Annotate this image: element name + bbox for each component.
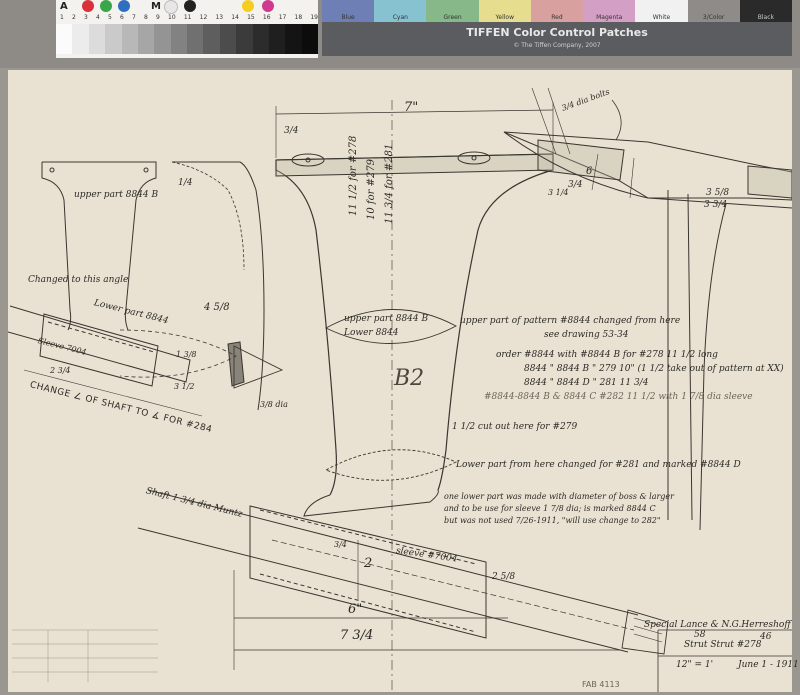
num: 1 <box>60 14 64 21</box>
lower-center-label: Lower 8844 <box>344 328 399 338</box>
white-swatch <box>164 0 178 14</box>
title-block-line-1: Special Lance & N.G.Herreshoff <box>644 620 791 630</box>
num: 2 <box>72 14 76 21</box>
note-line-3: but was not used 7/26-1911, "will use ch… <box>444 516 661 525</box>
upper-part-label-left: upper part 8844 B <box>74 190 159 200</box>
stacked-dim-1: 11 1/2 for #278 <box>348 135 359 216</box>
black-swatch <box>184 0 196 12</box>
num: 16 <box>262 14 271 21</box>
archive-stamp: FAB 4113 <box>582 680 620 689</box>
dimension-6-right: 6 <box>586 166 593 177</box>
drawing-sheet: 7" 3/4 1/4 3/4 upper part 8844 B Changed… <box>8 70 799 692</box>
num: 19 <box>310 14 318 21</box>
dimension-3-3-4: 3 3/4 <box>704 200 728 210</box>
order-header: order #8844 with #8844 B for #278 11 1/2… <box>496 350 718 360</box>
dia-label: 3/8 dia <box>260 400 288 409</box>
num: 7 <box>132 14 136 21</box>
patch-black: Black <box>757 14 774 21</box>
patch-magenta: Magenta <box>596 14 623 21</box>
blue-swatch <box>118 0 130 12</box>
lower-part-changed-note: Lower part from here changed for #281 an… <box>456 460 741 470</box>
date-label: June 1 - 1911 <box>738 660 799 670</box>
dimension-3-1-2: 3 1/2 <box>174 382 195 391</box>
num: 11 <box>183 14 192 21</box>
dimension-3-1-4: 3 1/4 <box>548 188 569 197</box>
patch-red: Red <box>551 14 563 21</box>
red-swatch <box>82 0 94 12</box>
stacked-dim-2: 10 for #279 <box>366 158 377 220</box>
patch-cyan: Cyan <box>392 14 408 21</box>
order-row-4: #8844-8844 B & 8844 C #282 11 1/2 with 1… <box>484 392 753 402</box>
num: 14 <box>231 14 239 21</box>
b2-mark: B2 <box>394 366 425 391</box>
dimension-3-5-8: 3 5/8 <box>706 188 730 198</box>
title-block-number-2: 46 <box>760 632 772 642</box>
tiffen-subtitle: © The Tiffen Company, 2007 <box>513 42 601 49</box>
patch-yellow: Yellow <box>495 14 514 21</box>
dimension-3-4-left: 3/4 <box>284 126 299 136</box>
num: 13 <box>215 14 224 21</box>
num: 10 <box>168 14 176 21</box>
dimension-1-4: 1/4 <box>178 178 193 188</box>
order-row-3: 8844 " 8844 D " 281 11 3/4 <box>524 378 649 388</box>
magenta-swatch <box>262 0 274 12</box>
dimension-6: 6" <box>348 602 363 617</box>
tiffen-patch-row: Blue Cyan Green Yellow Red Magenta White… <box>322 0 792 22</box>
scale-label: 12" = 1' <box>676 660 714 670</box>
patch-blue: Blue <box>341 14 355 21</box>
num: 18 <box>294 14 303 21</box>
num: 5 <box>108 14 112 21</box>
dimension-2-3-4: 2 3/4 <box>50 366 71 375</box>
title-block-line-2: Strut Strut #278 <box>684 640 762 650</box>
num: 12 <box>199 14 208 21</box>
tiffen-title: TIFFEN Color Control Patches <box>466 26 648 39</box>
dimension-4-5-8: 4 5/8 <box>204 302 230 313</box>
stacked-dim-3: 11 3/4 for #281 <box>384 143 395 224</box>
tiffen-color-patches: Blue Cyan Green Yellow Red Magenta White… <box>322 0 792 56</box>
see-drawing-note: see drawing 53-34 <box>544 330 629 340</box>
note-line-2: and to be use for sleeve 1 7/8 dia; is m… <box>444 504 656 513</box>
yellow-swatch <box>242 0 254 12</box>
patch-green: Green <box>443 14 462 21</box>
green-swatch <box>100 0 112 12</box>
target-letter-a: A <box>60 1 68 12</box>
upper-part-center-label: upper part 8844 B <box>344 314 429 324</box>
note-line-1: one lower part was made with diameter of… <box>444 492 674 501</box>
gray-scale-steps <box>56 24 318 54</box>
patch-white: White <box>652 14 671 21</box>
num: 17 <box>278 14 287 21</box>
num: 9 <box>156 14 160 21</box>
title-block-number: 58 <box>694 630 706 640</box>
cut-out-note: 1 1/2 cut out here for #279 <box>452 422 578 432</box>
num: 3 <box>84 14 88 21</box>
num: 15 <box>247 14 255 21</box>
change-angle-note: Changed to this angle <box>28 275 129 285</box>
dimension-7-3-4: 7 3/4 <box>340 628 374 643</box>
dimension-3-4-b: 3/4 <box>568 180 583 190</box>
target-letter-m: M <box>151 1 161 12</box>
dimension-3-4-vertical: 3/4 <box>334 540 347 549</box>
num: 4 <box>96 14 100 21</box>
top-width-dimension: 7" <box>404 100 419 115</box>
dimension-1-3-8: 1 3/8 <box>176 350 197 359</box>
dimension-2-5-8: 2 5/8 <box>492 572 516 582</box>
target-numbers: 1 2 3 4 5 6 7 8 9 10 11 12 13 14 15 16 1… <box>60 14 318 21</box>
num: 6 <box>120 14 124 21</box>
patch-3color: 3/Color <box>702 14 725 21</box>
dimension-2: 2 <box>364 556 373 571</box>
color-target-card: A M B 1 2 3 4 5 6 7 8 9 10 11 12 13 14 1… <box>56 0 318 58</box>
order-row-2: 8844 " 8844 B " 279 10" (1 1/2 take out … <box>524 364 784 374</box>
upper-pattern-note: upper part of pattern #8844 changed from… <box>460 316 681 326</box>
num: 8 <box>144 14 148 21</box>
